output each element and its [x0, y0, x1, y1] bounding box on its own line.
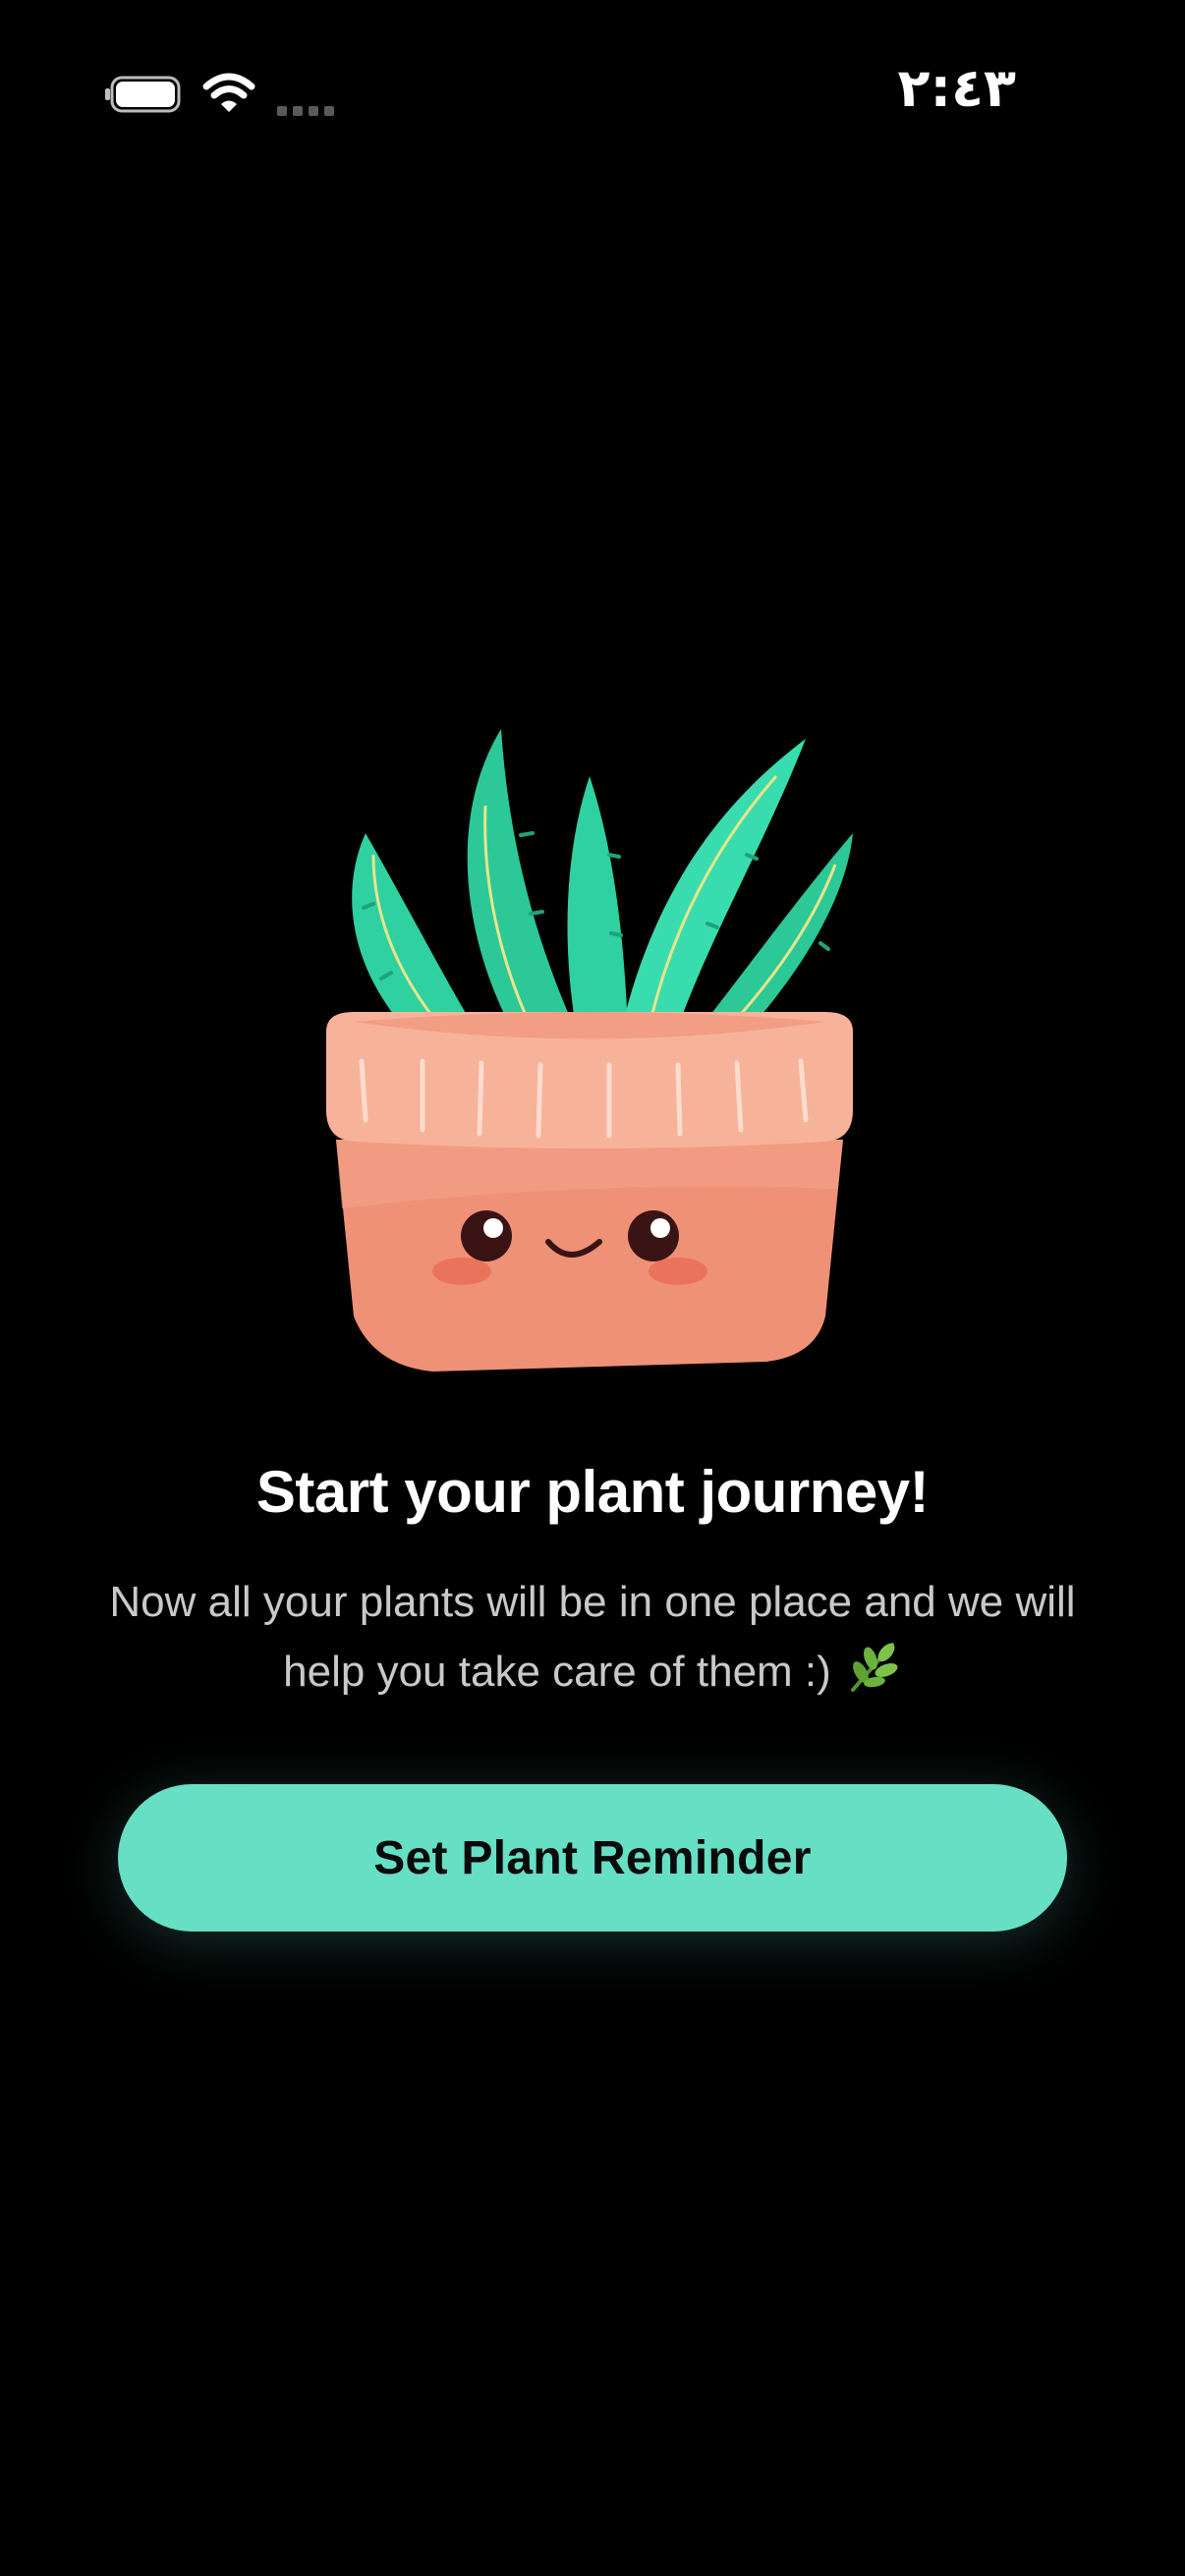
onboarding-description: Now all your plants will be in one place…	[109, 1578, 1076, 1696]
onboarding-description-block: Now all your plants will be in one place…	[98, 1568, 1087, 1707]
set-plant-reminder-button[interactable]: Set Plant Reminder	[118, 1784, 1067, 1932]
battery-icon	[105, 76, 181, 113]
onboarding-title: Start your plant journey!	[255, 1459, 930, 1525]
signal-icon	[277, 106, 334, 116]
herb-leaf-icon	[850, 1643, 898, 1692]
potted-plant-illustration	[326, 729, 853, 1372]
wifi-icon	[202, 73, 255, 112]
status-bar: ٢:٤٣	[0, 0, 1185, 187]
plant-pot	[326, 1012, 853, 1372]
status-time: ٢:٤٣	[897, 57, 1016, 119]
set-plant-reminder-label: Set Plant Reminder	[373, 1831, 812, 1884]
